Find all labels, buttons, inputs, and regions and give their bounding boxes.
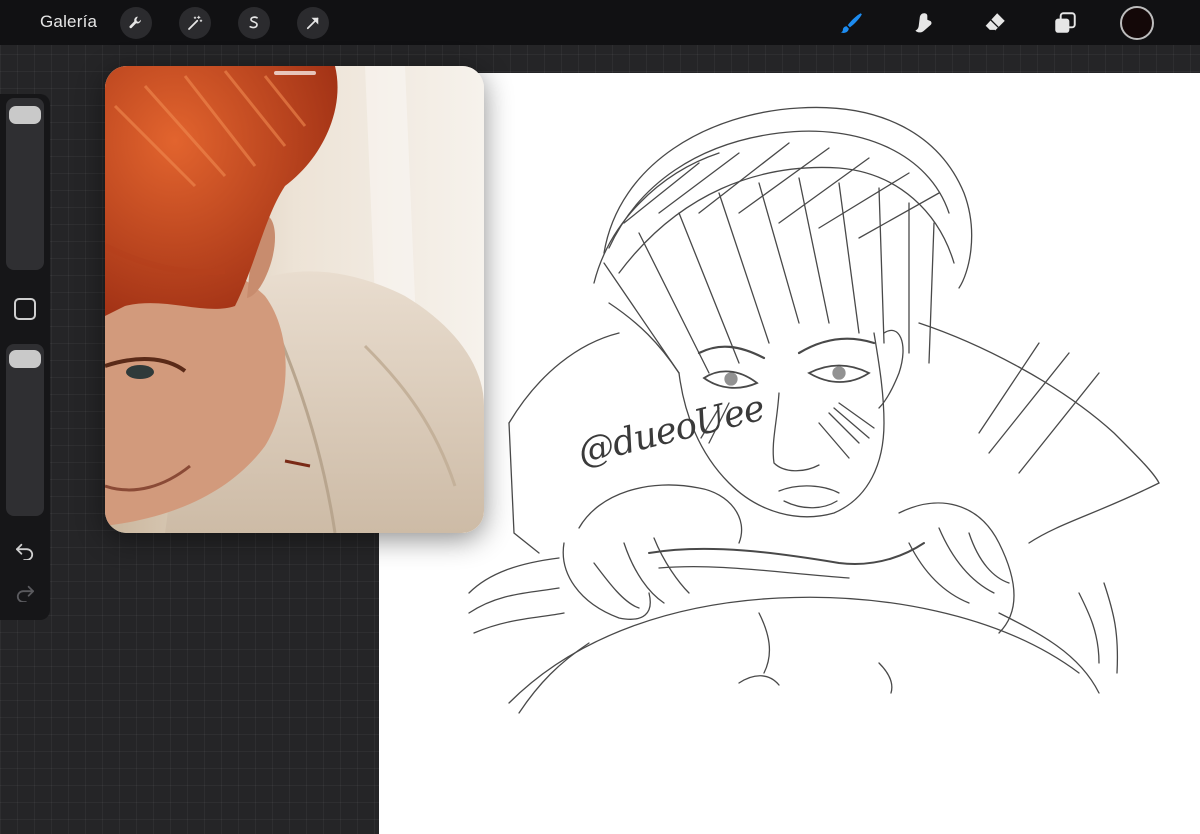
top-toolbar: Galería xyxy=(0,0,1200,45)
smudge-icon[interactable] xyxy=(906,6,940,40)
opacity-slider-thumb[interactable] xyxy=(9,350,41,368)
pencil-sketch xyxy=(468,106,1160,714)
current-color-swatch[interactable] xyxy=(1120,6,1154,40)
wrench-icon[interactable] xyxy=(120,7,152,39)
redo-icon[interactable] xyxy=(12,582,38,604)
arrow-cursor-icon[interactable] xyxy=(297,7,329,39)
layers-icon[interactable] xyxy=(1048,6,1082,40)
opacity-slider[interactable] xyxy=(6,344,44,516)
gallery-button[interactable]: Galería xyxy=(40,12,97,32)
magic-wand-icon[interactable] xyxy=(179,7,211,39)
reference-drag-handle[interactable] xyxy=(274,71,316,75)
drawing-canvas[interactable]: @dueoUee xyxy=(379,73,1200,834)
brush-icon[interactable] xyxy=(834,6,868,40)
modify-square-icon[interactable] xyxy=(14,298,36,320)
reference-window[interactable] xyxy=(105,66,484,533)
reference-photo xyxy=(105,66,484,533)
eraser-icon[interactable] xyxy=(978,6,1012,40)
left-sidebar xyxy=(0,94,50,620)
selection-icon[interactable] xyxy=(238,7,270,39)
undo-icon[interactable] xyxy=(12,540,38,562)
brush-size-slider[interactable] xyxy=(6,98,44,270)
brush-size-slider-thumb[interactable] xyxy=(9,106,41,124)
